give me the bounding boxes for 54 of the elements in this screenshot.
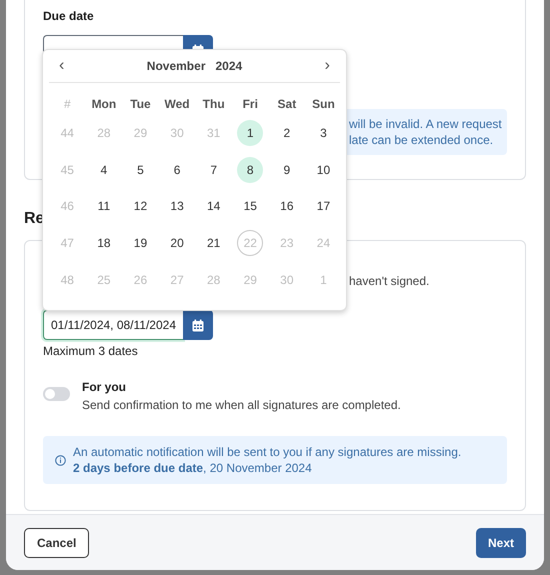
weekday-heading: Mon: [90, 96, 118, 113]
weekday-heading: Tue: [129, 96, 152, 113]
toggle-title: For you: [82, 380, 127, 394]
toggle-switch[interactable]: [43, 387, 70, 401]
calendar-day[interactable]: 18: [90, 230, 117, 256]
calendar-day[interactable]: 20: [164, 230, 190, 256]
info-text: An automatic notification will be sent to you if any signatures are missing.: [73, 444, 462, 460]
info-text: 2 days before due date, 20 November 2024: [73, 460, 313, 476]
weekday-heading: Sun: [311, 96, 336, 113]
weekday-heading: Thu: [202, 96, 226, 113]
info-text: will be invalid. A new request: [349, 116, 503, 132]
week-number: 44: [60, 126, 74, 140]
calendar-day[interactable]: 8: [237, 156, 264, 183]
calendar-day[interactable]: 11: [90, 193, 117, 220]
next-button[interactable]: Next: [476, 528, 526, 558]
field-label: Due date: [43, 9, 95, 23]
weekday-heading: Wed: [164, 96, 191, 113]
hint-text: Maximum 3 dates: [43, 344, 139, 358]
week-number: 48: [60, 272, 74, 287]
week-number-heading: #: [62, 96, 72, 113]
calendar-day[interactable]: 1: [237, 120, 264, 146]
calendar-day[interactable]: 19: [127, 230, 154, 256]
calendar-day[interactable]: 6: [164, 156, 190, 183]
next-month-button[interactable]: ›: [318, 57, 336, 75]
calendar-day[interactable]: 4: [90, 156, 117, 183]
calendar-day[interactable]: 5: [127, 156, 154, 183]
week-number: 47: [60, 236, 74, 250]
month-label[interactable]: November: [146, 59, 206, 73]
weekday-heading: Fri: [242, 96, 259, 113]
cancel-button[interactable]: Cancel: [24, 528, 90, 558]
calendar-button[interactable]: [183, 310, 213, 340]
calendar-day[interactable]: 7: [200, 156, 227, 183]
calendar-day[interactable]: 12: [127, 193, 154, 220]
week-number: 46: [60, 199, 74, 214]
week-number: 45: [60, 162, 74, 177]
info-icon: [55, 454, 66, 466]
calendar-day[interactable]: 14: [200, 193, 227, 220]
calendar-day[interactable]: 9: [274, 156, 300, 183]
calendar-day[interactable]: 21: [200, 230, 227, 256]
info-text: late can be extended once.: [349, 132, 494, 148]
description-text: haven't signed.: [349, 274, 430, 288]
calendar-day[interactable]: 17: [310, 193, 336, 220]
toggle-description: Send confirmation to me when all signatures are completed.: [82, 398, 401, 412]
calendar-day[interactable]: 16: [274, 193, 300, 220]
weekday-heading: Sat: [276, 96, 298, 113]
dates-field[interactable]: 01/11/2024, 08/11/2024: [43, 310, 183, 340]
calendar-day[interactable]: 13: [164, 193, 190, 220]
calendar-day[interactable]: 10: [310, 156, 336, 183]
calendar-day[interactable]: 15: [237, 193, 264, 220]
calendar-day[interactable]: 2: [274, 120, 300, 146]
previous-month-button[interactable]: ‹: [53, 57, 70, 75]
calendar-icon: [192, 318, 204, 332]
calendar-day[interactable]: 3: [310, 120, 336, 146]
year-label[interactable]: 2024: [215, 59, 242, 73]
